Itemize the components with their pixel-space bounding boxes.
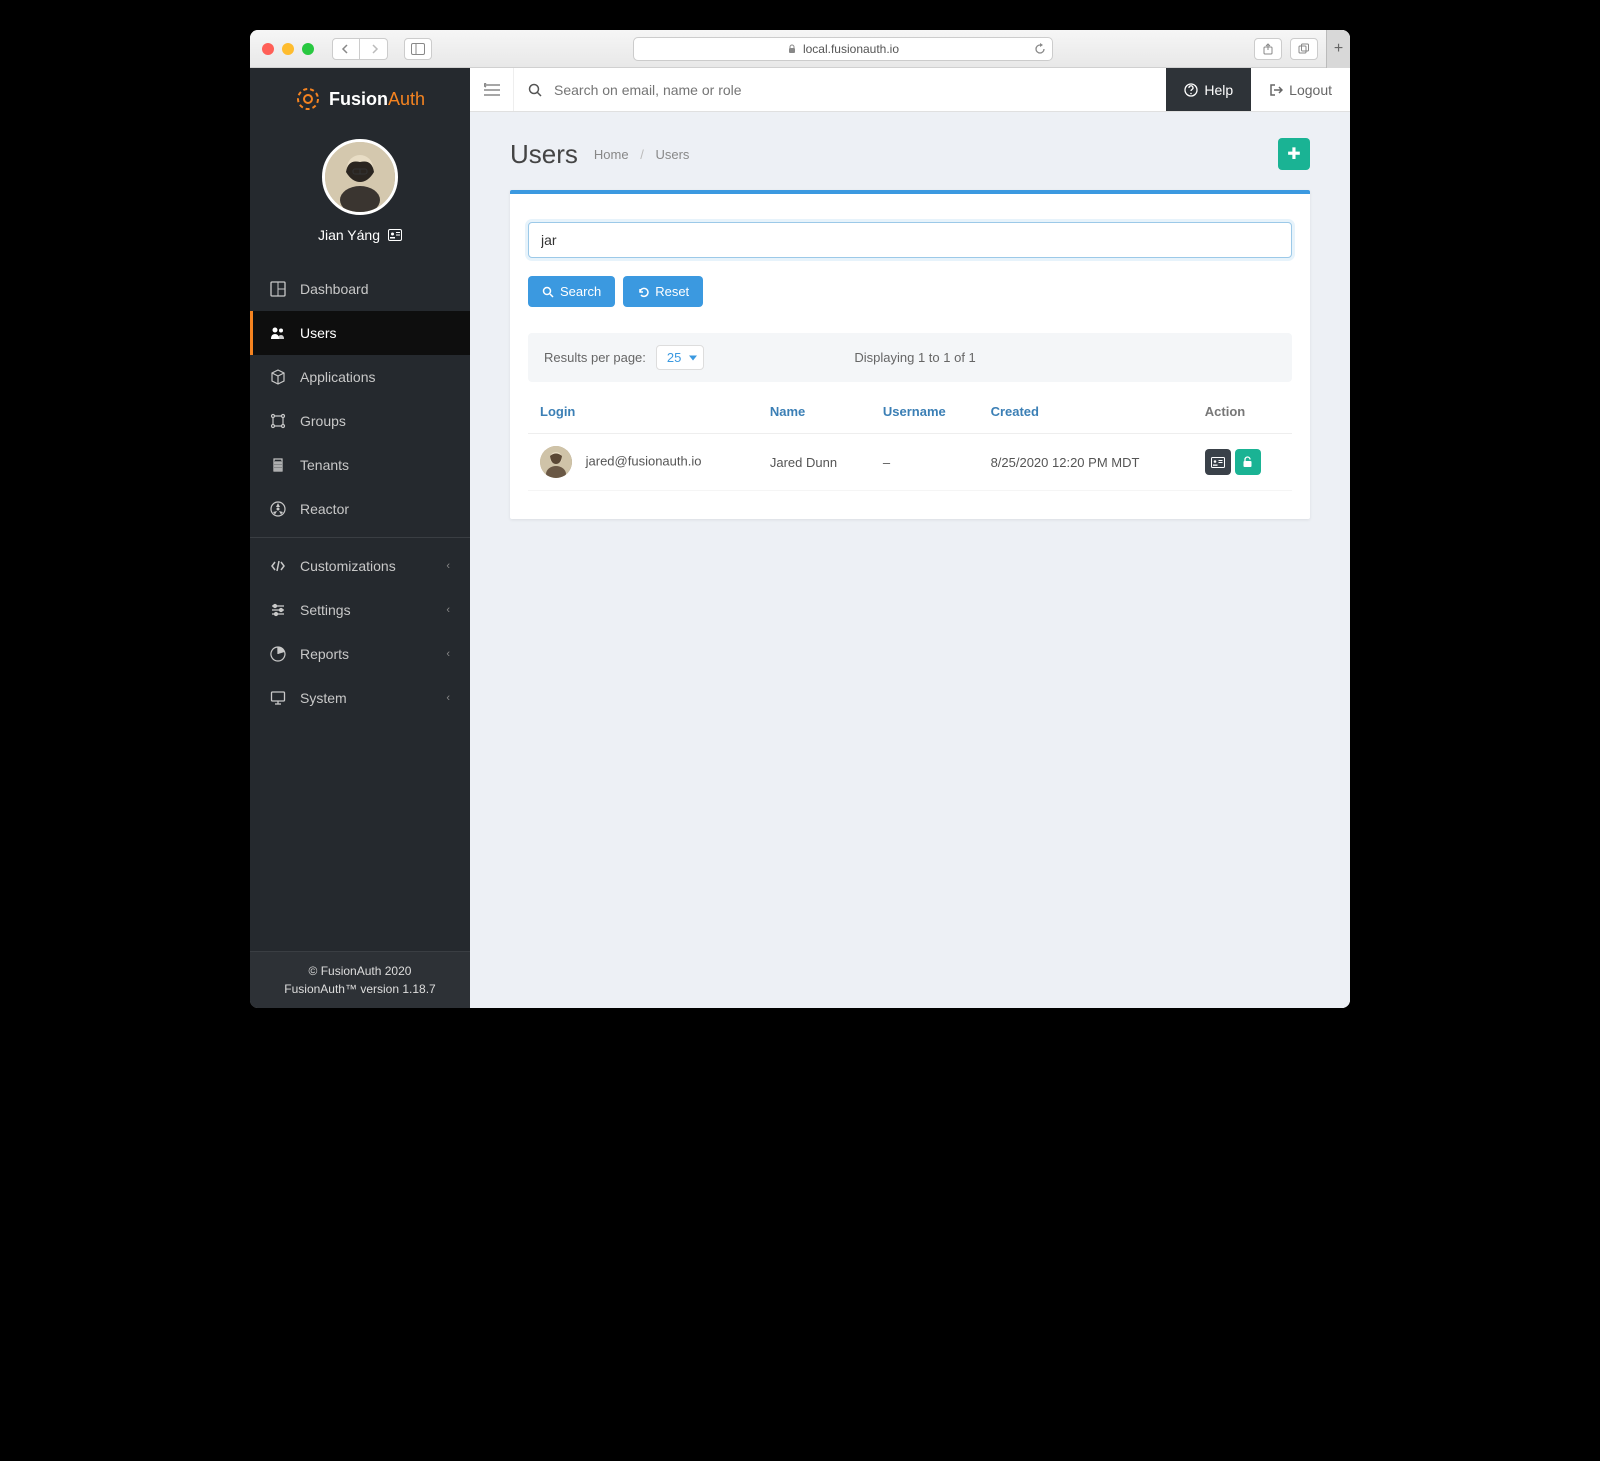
unlock-icon <box>1242 456 1253 468</box>
chevron-left-icon: ‹ <box>446 692 450 704</box>
sidebar: FusionAuth Jian Yáng Dashboard <box>250 68 470 1008</box>
minimize-window-button[interactable] <box>282 43 294 55</box>
sidebar-item-reports[interactable]: Reports ‹ <box>250 632 470 676</box>
id-card-icon <box>1211 457 1225 468</box>
cell-name: Jared Dunn <box>758 434 871 491</box>
sidebar-toggle[interactable] <box>470 68 514 111</box>
search-button[interactable]: Search <box>528 276 615 307</box>
browser-titlebar: local.fusionauth.io + <box>250 30 1350 68</box>
logo-icon <box>295 86 321 112</box>
sliders-icon <box>270 602 286 618</box>
global-search-input[interactable] <box>554 82 1152 98</box>
users-icon <box>270 325 286 341</box>
sidebar-item-groups[interactable]: Groups <box>250 399 470 443</box>
search-icon <box>542 286 554 298</box>
reload-icon[interactable] <box>1034 43 1046 55</box>
sidebar-item-label: Settings <box>300 602 351 618</box>
id-card-icon <box>388 229 402 241</box>
cube-icon <box>270 369 286 385</box>
breadcrumb: Home / Users <box>594 147 690 162</box>
breadcrumb-current: Users <box>655 147 689 162</box>
pie-chart-icon <box>270 646 286 662</box>
cell-username: – <box>871 434 979 491</box>
sidebar-item-dashboard[interactable]: Dashboard <box>250 267 470 311</box>
rpp-label: Results per page: <box>544 350 646 365</box>
sidebar-item-label: Reports <box>300 646 349 662</box>
lock-icon <box>787 44 797 54</box>
monitor-icon <box>270 690 286 706</box>
col-username[interactable]: Username <box>871 390 979 434</box>
url-host: local.fusionauth.io <box>803 42 899 56</box>
dashboard-icon <box>270 281 286 297</box>
cell-login: jared@fusionauth.io <box>586 453 702 468</box>
add-user-button[interactable]: ✚ <box>1278 138 1310 170</box>
sidebar-item-tenants[interactable]: Tenants <box>250 443 470 487</box>
brand-logo[interactable]: FusionAuth <box>250 68 470 131</box>
sidebar-item-label: Reactor <box>300 501 349 517</box>
search-icon <box>528 83 542 97</box>
sidebar-item-label: System <box>300 690 347 706</box>
reset-button[interactable]: Reset <box>623 276 703 307</box>
sidebar-item-label: Users <box>300 325 337 341</box>
sidebar-item-label: Dashboard <box>300 281 369 297</box>
sidebar-footer: © FusionAuth 2020 FusionAuth™ version 1.… <box>250 951 470 1008</box>
maximize-window-button[interactable] <box>302 43 314 55</box>
sidebar-item-applications[interactable]: Applications <box>250 355 470 399</box>
sidebar-item-customizations[interactable]: Customizations ‹ <box>250 544 470 588</box>
table-row: jared@fusionauth.io Jared Dunn – 8/25/20… <box>528 434 1292 491</box>
view-user-button[interactable] <box>1205 449 1231 475</box>
sidebar-nav: Dashboard Users Applications Groups Tena… <box>250 267 470 720</box>
col-created[interactable]: Created <box>979 390 1193 434</box>
sidebar-item-label: Groups <box>300 413 346 429</box>
sidebar-item-reactor[interactable]: Reactor <box>250 487 470 531</box>
tabs-button[interactable] <box>1290 38 1318 60</box>
window-controls <box>262 43 314 55</box>
page-title: Users <box>510 139 578 170</box>
code-icon <box>270 558 286 574</box>
results-bar: Results per page: 25 Displaying 1 to 1 o… <box>528 333 1292 382</box>
breadcrumb-home[interactable]: Home <box>594 147 629 162</box>
help-button[interactable]: Help <box>1166 68 1251 111</box>
browser-url-bar[interactable]: local.fusionauth.io <box>633 37 1053 61</box>
col-name[interactable]: Name <box>758 390 871 434</box>
close-window-button[interactable] <box>262 43 274 55</box>
cell-created: 8/25/2020 12:20 PM MDT <box>979 434 1193 491</box>
results-per-page-select[interactable]: 25 <box>656 345 704 370</box>
manage-user-button[interactable] <box>1235 449 1261 475</box>
new-tab-button[interactable]: + <box>1326 30 1350 68</box>
reactor-icon <box>270 501 286 517</box>
chevron-left-icon: ‹ <box>446 560 450 572</box>
browser-back-button[interactable] <box>332 38 360 60</box>
chevron-left-icon: ‹ <box>446 648 450 660</box>
sidebar-item-users[interactable]: Users <box>250 311 470 355</box>
sidebar-item-label: Applications <box>300 369 376 385</box>
col-login[interactable]: Login <box>528 390 758 434</box>
browser-forward-button[interactable] <box>360 38 388 60</box>
sidebar-item-settings[interactable]: Settings ‹ <box>250 588 470 632</box>
browser-sidebar-button[interactable] <box>404 38 432 60</box>
topbar: Help Logout <box>470 68 1350 112</box>
share-button[interactable] <box>1254 38 1282 60</box>
profile-name[interactable]: Jian Yáng <box>318 227 402 243</box>
undo-icon <box>637 286 649 298</box>
users-panel: Search Reset Results per page: 25 Displa… <box>510 190 1310 519</box>
sidebar-item-label: Customizations <box>300 558 396 574</box>
user-avatar <box>540 446 572 478</box>
logout-button[interactable]: Logout <box>1251 68 1350 111</box>
sidebar-item-system[interactable]: System ‹ <box>250 676 470 720</box>
users-table: Login Name Username Created Action <box>528 390 1292 491</box>
logout-icon <box>1269 83 1283 97</box>
results-summary: Displaying 1 to 1 of 1 <box>854 350 975 365</box>
groups-icon <box>270 413 286 429</box>
col-action: Action <box>1193 390 1292 434</box>
chevron-left-icon: ‹ <box>446 604 450 616</box>
nav-separator <box>250 537 470 538</box>
building-icon <box>270 457 286 473</box>
users-search-input[interactable] <box>528 222 1292 258</box>
help-icon <box>1184 83 1198 97</box>
profile-avatar[interactable] <box>322 139 398 215</box>
sidebar-item-label: Tenants <box>300 457 349 473</box>
plus-icon: ✚ <box>1287 144 1300 164</box>
